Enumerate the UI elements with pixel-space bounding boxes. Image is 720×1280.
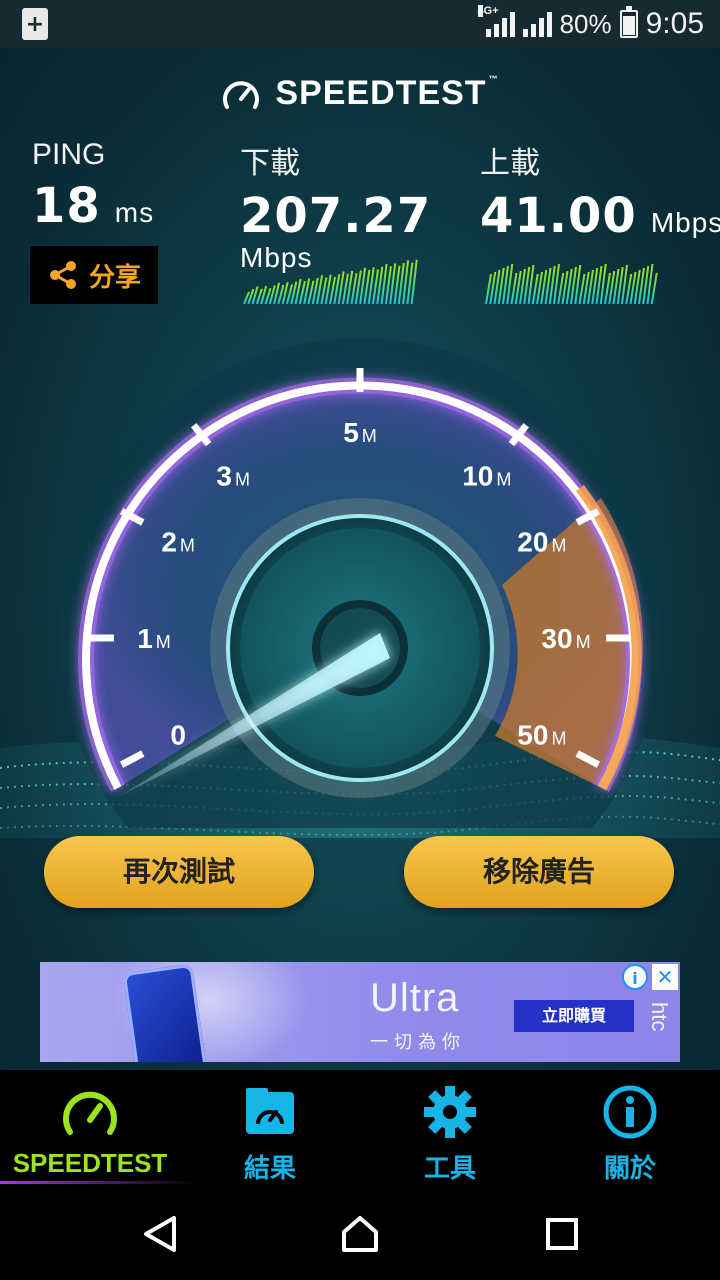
share-label: 分享 <box>88 262 141 293</box>
speedometer-icon <box>63 1091 117 1135</box>
info-icon[interactable]: i <box>622 964 648 990</box>
speedtest-logo: SPEEDTEST ™ <box>0 74 720 113</box>
home-icon[interactable] <box>340 1214 380 1254</box>
battery-percent: 80% <box>559 8 612 39</box>
share-button[interactable]: 分享 <box>30 246 158 304</box>
info-icon <box>603 1085 657 1139</box>
ping-number: 18 <box>32 178 101 234</box>
main-area: SPEEDTEST ™ PING 18 ms 分享 下載 207.27 Mbps 上… <box>0 48 720 1070</box>
recents-icon[interactable] <box>542 1214 582 1254</box>
retest-button[interactable]: 再次測試 <box>44 836 314 908</box>
tab-about[interactable]: 關於 <box>540 1070 720 1188</box>
close-icon[interactable]: ✕ <box>652 964 678 990</box>
download-label: 下載 <box>240 147 300 180</box>
share-icon <box>49 261 76 289</box>
ping-stat: PING 18 ms <box>32 138 154 234</box>
ad-cta-button[interactable]: 立即購買 <box>514 1000 634 1032</box>
android-nav-bar <box>0 1188 720 1280</box>
download-value: 207.27 <box>240 188 432 244</box>
battery-saver-icon: + <box>22 8 48 40</box>
ad-brand-logo: htc <box>647 1002 672 1032</box>
speedometer-logo-icon <box>223 80 260 109</box>
tab-speedtest[interactable]: SPEEDTEST <box>0 1070 200 1188</box>
ping-unit: ms <box>114 197 155 228</box>
tab-results[interactable]: 結果 <box>180 1070 360 1188</box>
results-folder-icon <box>246 1088 294 1134</box>
ad-subtitle: 一切為你 <box>370 1032 466 1053</box>
back-icon[interactable] <box>140 1214 180 1254</box>
ping-label: PING <box>32 138 106 171</box>
upload-label: 上載 <box>480 147 540 180</box>
sparkline-bar <box>650 272 658 304</box>
logo-trademark: ™ <box>488 74 499 84</box>
tab-label: 關於 <box>603 1154 656 1184</box>
speed-gauge: 01 M2 M3 M5 M10 M20 M30 M50 M <box>60 338 660 828</box>
battery-icon <box>619 6 638 38</box>
gear-icon <box>424 1086 476 1138</box>
clock: 9:05 <box>645 7 704 40</box>
signal-icon: 4G+ <box>477 5 515 37</box>
upload-value: 41.00 Mbps <box>480 188 720 244</box>
logo-text: SPEEDTEST <box>275 74 487 112</box>
status-right: 4G+ 80% 9:05 <box>477 0 704 48</box>
gauge-label: 0 <box>170 720 186 751</box>
tab-label: 結果 <box>243 1154 296 1184</box>
remove-ads-button[interactable]: 移除廣告 <box>404 836 674 908</box>
tab-label: SPEEDTEST <box>12 1148 168 1178</box>
download-sparkline <box>243 259 418 304</box>
upload-sparkline <box>485 263 658 304</box>
ping-value: 18 ms <box>32 178 154 234</box>
bottom-tab-bar: SPEEDTEST 結果 工具 關於 <box>0 1070 720 1188</box>
tab-label: 工具 <box>423 1154 476 1184</box>
ad-title: Ultra <box>370 976 460 1020</box>
upload-unit: Mbps <box>650 207 720 238</box>
download-stat: 下載 207.27 Mbps <box>240 138 431 274</box>
upload-number: 41.00 <box>480 188 637 244</box>
status-bar: + 4G+ 80% 9:05 <box>0 0 720 48</box>
signal-icon-2 <box>522 11 552 37</box>
upload-stat: 上載 41.00 Mbps <box>480 138 720 244</box>
tab-tools[interactable]: 工具 <box>360 1070 540 1188</box>
ad-banner[interactable]: Ultra 一切為你 立即購買 htc i ✕ <box>40 962 680 1062</box>
network-label: 4G+ <box>477 5 499 17</box>
